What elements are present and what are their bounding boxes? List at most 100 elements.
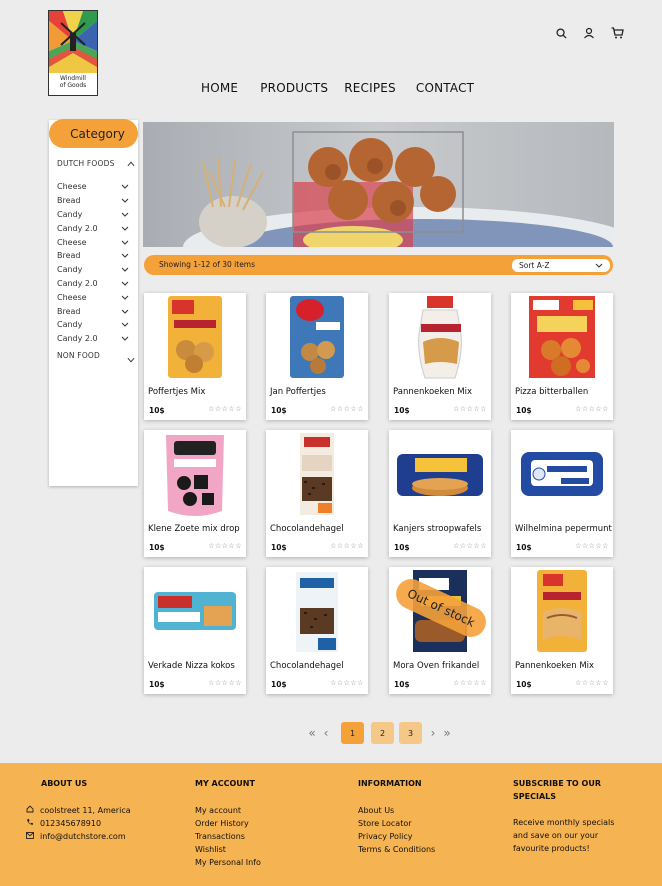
footer-link-store-locator[interactable]: Store Locator xyxy=(358,817,435,830)
sort-dropdown[interactable]: Sort A-Z xyxy=(512,259,610,272)
sidebar-category-item[interactable]: Cheese xyxy=(57,180,129,194)
product-image[interactable] xyxy=(266,567,368,655)
rating-stars-icon[interactable]: ☆☆☆☆☆ xyxy=(330,679,364,687)
product-card[interactable]: Pannenkoeken Mix 10$ ☆☆☆☆☆ xyxy=(389,293,491,420)
product-name[interactable]: Pizza bitterballen xyxy=(515,387,588,397)
last-page-icon[interactable]: » xyxy=(440,726,454,740)
nav-home[interactable]: HOME xyxy=(201,81,238,95)
footer-link-privacy[interactable]: Privacy Policy xyxy=(358,830,435,843)
product-name[interactable]: Pannenkoeken Mix xyxy=(515,661,594,671)
sidebar-category-item[interactable]: Candy xyxy=(57,318,129,332)
prev-page-icon[interactable]: ‹ xyxy=(319,726,333,740)
product-image[interactable] xyxy=(511,430,613,518)
chevron-down-icon xyxy=(121,238,129,246)
rating-stars-icon[interactable]: ☆☆☆☆☆ xyxy=(453,542,487,550)
rating-stars-icon[interactable]: ☆☆☆☆☆ xyxy=(575,679,609,687)
product-card[interactable]: Kanjers stroopwafels 10$ ☆☆☆☆☆ xyxy=(389,430,491,557)
product-name[interactable]: Pannenkoeken Mix xyxy=(393,387,472,397)
section-dutch-foods[interactable]: DUTCH FOODS xyxy=(57,159,135,168)
product-image[interactable] xyxy=(144,293,246,381)
product-card[interactable]: Poffertjes Mix 10$ ☆☆☆☆☆ xyxy=(144,293,246,420)
page-2[interactable]: 2 xyxy=(371,722,394,744)
product-image[interactable] xyxy=(389,293,491,381)
site-logo[interactable]: Windmill of Goods xyxy=(48,10,98,96)
product-image[interactable] xyxy=(144,567,246,655)
rating-stars-icon[interactable]: ☆☆☆☆☆ xyxy=(208,679,242,687)
rating-stars-icon[interactable]: ☆☆☆☆☆ xyxy=(330,542,364,550)
product-card[interactable]: Pannenkoeken Mix 10$ ☆☆☆☆☆ xyxy=(511,567,613,694)
product-card[interactable]: Out of stock Mora Oven frikandel 10$ ☆☆☆☆☆ xyxy=(389,567,491,694)
rating-stars-icon[interactable]: ☆☆☆☆☆ xyxy=(330,405,364,413)
phone-icon xyxy=(26,817,34,830)
rating-stars-icon[interactable]: ☆☆☆☆☆ xyxy=(575,542,609,550)
product-name[interactable]: Chocolandehagel xyxy=(270,661,344,671)
chevron-down-icon xyxy=(121,266,129,274)
next-page-icon[interactable]: › xyxy=(426,726,440,740)
footer-email[interactable]: info@dutchstore.com xyxy=(26,830,131,843)
rating-stars-icon[interactable]: ☆☆☆☆☆ xyxy=(453,405,487,413)
sidebar-category-label: Candy 2.0 xyxy=(57,334,98,344)
product-name[interactable]: Kanjers stroopwafels xyxy=(393,524,481,534)
rating-stars-icon[interactable]: ☆☆☆☆☆ xyxy=(208,405,242,413)
product-name[interactable]: Jan Poffertjes xyxy=(270,387,326,397)
category-button[interactable]: Category xyxy=(49,119,138,148)
user-icon[interactable] xyxy=(581,25,597,41)
footer-link-about-us[interactable]: About Us xyxy=(358,804,435,817)
product-card[interactable]: Chocolandehagel 10$ ☆☆☆☆☆ xyxy=(266,567,368,694)
rating-stars-icon[interactable]: ☆☆☆☆☆ xyxy=(453,679,487,687)
product-card[interactable]: Chocolandehagel 10$ ☆☆☆☆☆ xyxy=(266,430,368,557)
product-image[interactable] xyxy=(389,430,491,518)
product-card[interactable]: Pizza bitterballen 10$ ☆☆☆☆☆ xyxy=(511,293,613,420)
footer-link-terms[interactable]: Terms & Conditions xyxy=(358,843,435,856)
search-icon[interactable] xyxy=(553,25,569,41)
sidebar-category-item[interactable]: Candy 2.0 xyxy=(57,277,129,291)
product-image[interactable] xyxy=(266,430,368,518)
sidebar-category-item[interactable]: Bread xyxy=(57,304,129,318)
footer-link-transactions[interactable]: Transactions xyxy=(195,830,261,843)
footer-account-title: MY ACCOUNT xyxy=(195,779,255,788)
product-card[interactable]: Verkade Nizza kokos 10$ ☆☆☆☆☆ xyxy=(144,567,246,694)
product-image[interactable] xyxy=(511,293,613,381)
footer-phone[interactable]: 012345678910 xyxy=(26,817,131,830)
sidebar-category-item[interactable]: Candy 2.0 xyxy=(57,221,129,235)
product-name[interactable]: Verkade Nizza kokos xyxy=(148,661,235,671)
section-non-food[interactable]: NON FOOD xyxy=(57,351,135,364)
mail-icon xyxy=(26,830,34,843)
sidebar-category-item[interactable]: Candy xyxy=(57,208,129,222)
product-card[interactable]: Wilhelmina pepermunt 10$ ☆☆☆☆☆ xyxy=(511,430,613,557)
rating-stars-icon[interactable]: ☆☆☆☆☆ xyxy=(208,542,242,550)
nav-recipes[interactable]: RECIPES xyxy=(344,81,396,95)
cart-icon[interactable] xyxy=(609,25,625,41)
pagination: « ‹ 1 2 3 › » xyxy=(305,722,454,744)
page-3[interactable]: 3 xyxy=(399,722,422,744)
product-image[interactable] xyxy=(266,293,368,381)
chevron-down-icon xyxy=(121,335,129,343)
sidebar-category-item[interactable]: Bread xyxy=(57,194,129,208)
product-name[interactable]: Mora Oven frikandel xyxy=(393,661,479,671)
product-price: 10$ xyxy=(516,680,532,689)
nav-contact[interactable]: CONTACT xyxy=(416,81,474,95)
footer-link-personal-info[interactable]: My Personal Info xyxy=(195,856,261,869)
sidebar-category-item[interactable]: Candy 2.0 xyxy=(57,332,129,346)
product-name[interactable]: Poffertjes Mix xyxy=(148,387,205,397)
product-name[interactable]: Klene Zoete mix drop xyxy=(148,524,240,534)
rating-stars-icon[interactable]: ☆☆☆☆☆ xyxy=(575,405,609,413)
sidebar-category-item[interactable]: Cheese xyxy=(57,235,129,249)
product-name[interactable]: Chocolandehagel xyxy=(270,524,344,534)
product-price: 10$ xyxy=(271,543,287,552)
sidebar-category-item[interactable]: Bread xyxy=(57,249,129,263)
nav-products[interactable]: PRODUCTS xyxy=(260,81,328,95)
product-name[interactable]: Wilhelmina pepermunt xyxy=(515,524,612,534)
product-image[interactable] xyxy=(144,430,246,518)
product-image[interactable] xyxy=(511,567,613,655)
sidebar-category-item[interactable]: Cheese xyxy=(57,290,129,304)
product-card[interactable]: Klene Zoete mix drop 10$ ☆☆☆☆☆ xyxy=(144,430,246,557)
first-page-icon[interactable]: « xyxy=(305,726,319,740)
product-card[interactable]: Jan Poffertjes 10$ ☆☆☆☆☆ xyxy=(266,293,368,420)
chevron-up-icon xyxy=(127,160,135,168)
footer-link-wishlist[interactable]: Wishlist xyxy=(195,843,261,856)
footer-link-my-account[interactable]: My account xyxy=(195,804,261,817)
footer-link-order-history[interactable]: Order History xyxy=(195,817,261,830)
sidebar-category-item[interactable]: Candy xyxy=(57,263,129,277)
page-1[interactable]: 1 xyxy=(341,722,364,744)
